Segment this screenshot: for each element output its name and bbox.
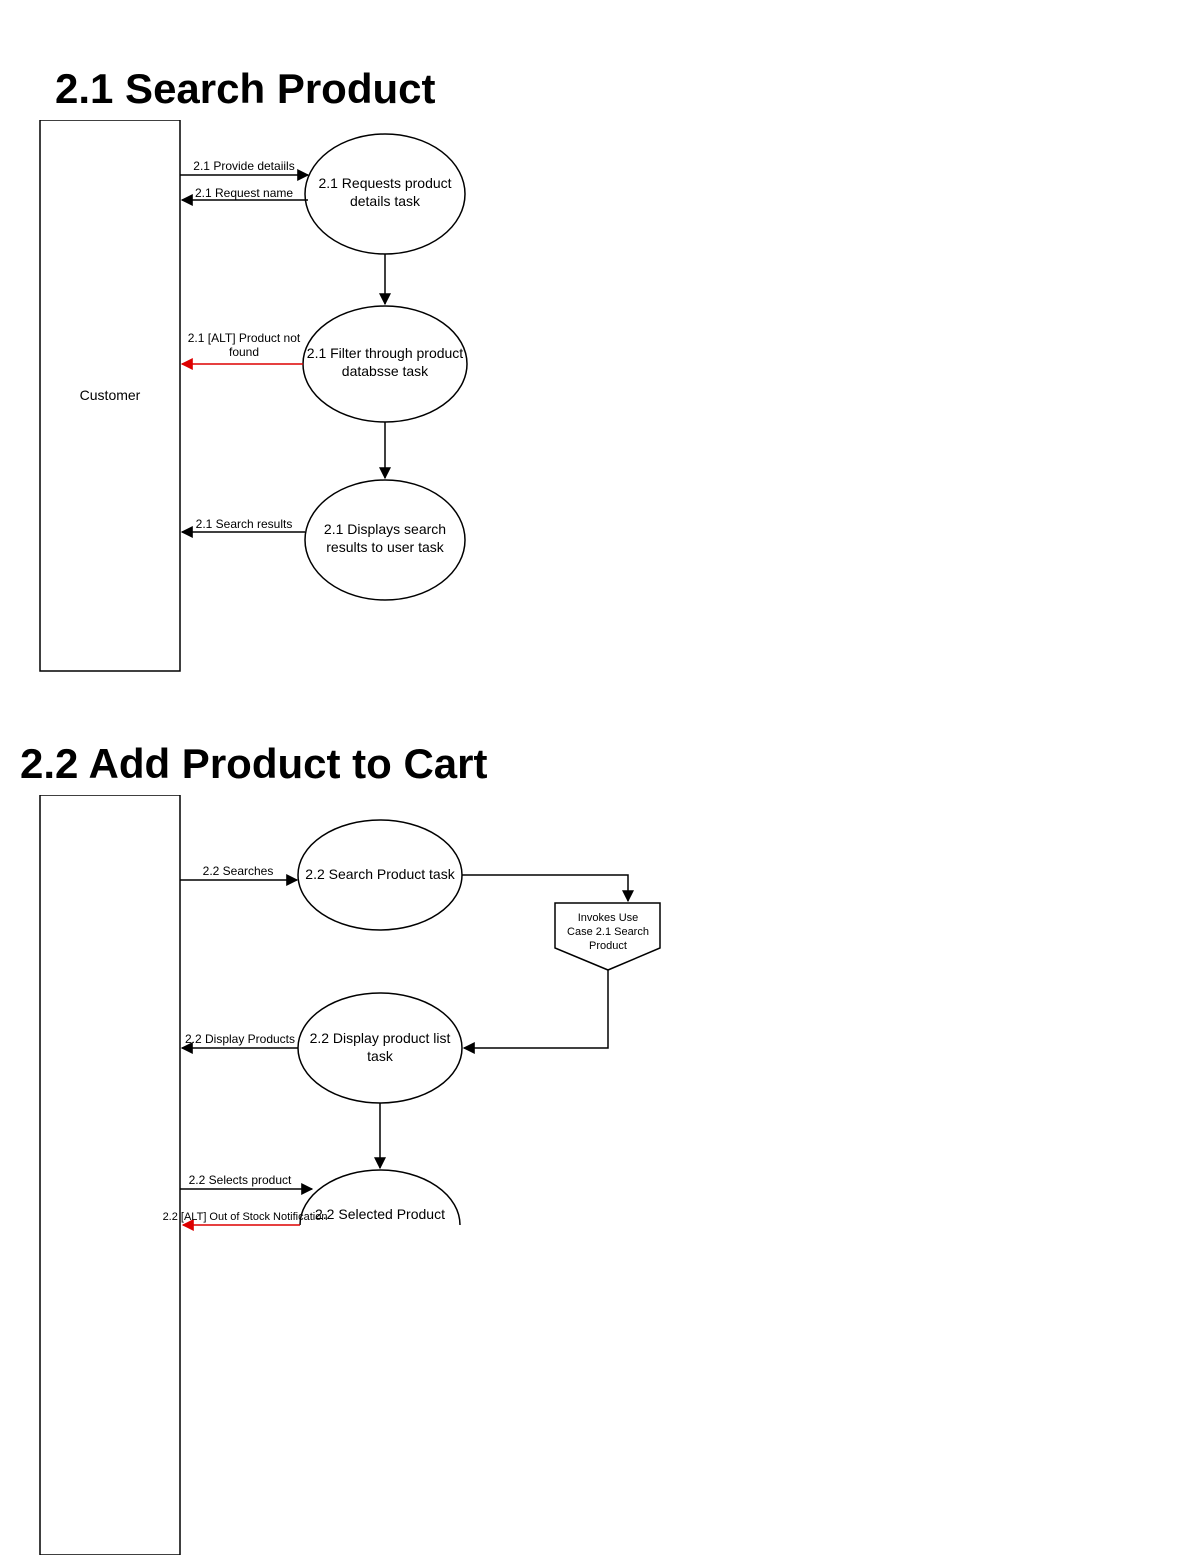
edge-display-products-label: 2.2 Display Products: [185, 1032, 295, 1046]
node-display-results-label-1: 2.1 Displays search: [324, 521, 446, 537]
invokes-label-2: Case 2.1 Search: [567, 926, 649, 938]
node-requests-product-label-2: details task: [350, 193, 421, 209]
node-display-list-label-1: 2.2 Display product list: [310, 1030, 451, 1046]
edge-search-results-label: 2.1 Search results: [196, 517, 293, 531]
node-display-list-label-2: task: [367, 1048, 394, 1064]
node-filter-db-label-1: 2.1 Filter through product: [307, 345, 464, 361]
node-search-product-label: 2.2 Search Product task: [305, 866, 455, 882]
node-selected-product-label-1: 2.2 Selected Product: [315, 1206, 445, 1222]
edge-product-not-found-label-1: 2.1 [ALT] Product not: [188, 331, 301, 345]
diagram-2-2: 2.2 Search Product task Invokes Use Case…: [0, 795, 1200, 1555]
node-filter-db-label-2: databsse task: [342, 363, 429, 379]
node-display-results-label-2: results to user task: [326, 539, 444, 555]
edge-product-not-found-label-2: found: [229, 345, 259, 359]
edge-out-of-stock-label: 2.2 [ALT] Out of Stock Notification: [163, 1211, 328, 1223]
actor-rect-2: [40, 795, 180, 1555]
node-requests-product-label-1: 2.1 Requests product: [318, 175, 451, 191]
edge-selects-product-label: 2.2 Selects product: [189, 1173, 292, 1187]
edge-n1-invokes: [462, 875, 628, 901]
edge-searches-label: 2.2 Searches: [203, 864, 274, 878]
invokes-label-3: Product: [589, 940, 627, 952]
section-title-2: 2.2 Add Product to Cart: [20, 740, 487, 788]
diagram-2-1: Customer 2.1 Requests product details ta…: [0, 120, 1200, 740]
edge-invokes-n2: [464, 970, 608, 1048]
actor-label: Customer: [80, 387, 141, 403]
edge-request-name-label: 2.1 Request name: [195, 186, 293, 200]
section-title-1: 2.1 Search Product: [55, 65, 435, 113]
edge-provide-details-label: 2.1 Provide detaiils: [193, 159, 294, 173]
invokes-label-1: Invokes Use: [578, 912, 639, 924]
